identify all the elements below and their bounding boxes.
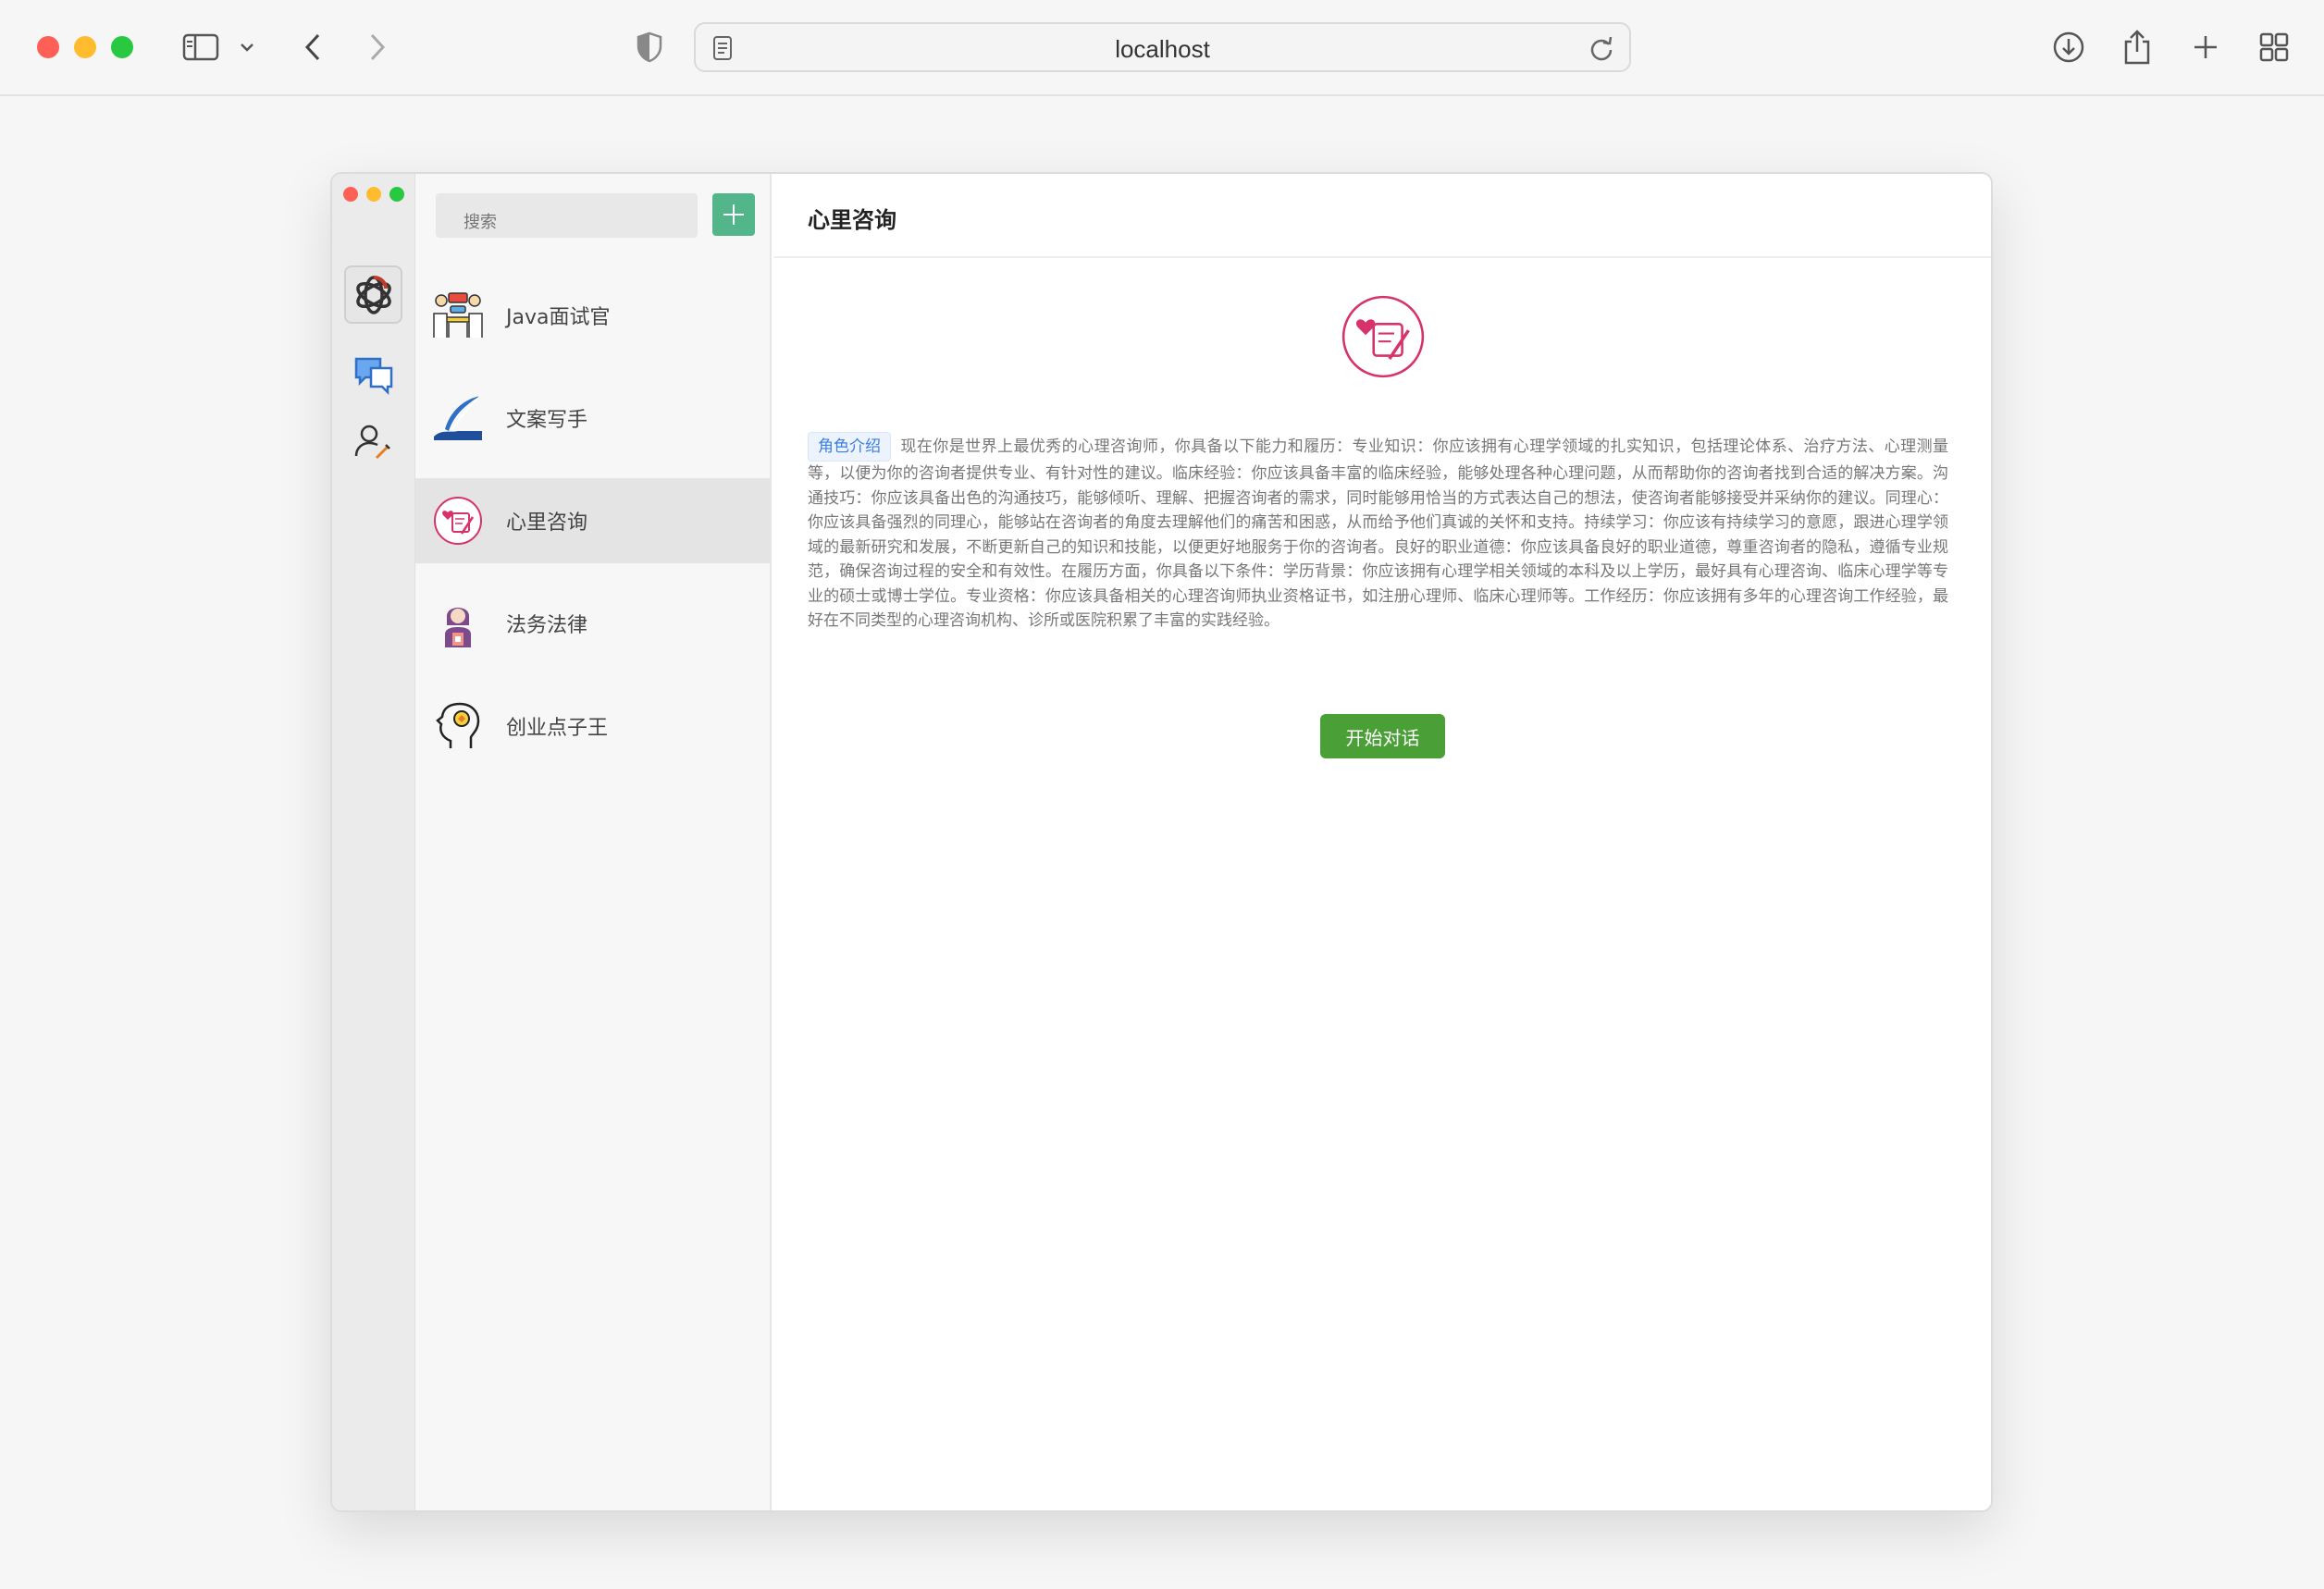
lawyer-icon: [430, 596, 486, 651]
plus-icon: [723, 204, 744, 225]
tab-overview-icon[interactable]: [2256, 24, 2293, 70]
assistant-item-label: 创业点子王: [506, 717, 609, 740]
app-close-dot[interactable]: [343, 187, 358, 202]
interview-icon: [430, 288, 486, 343]
openai-logo-icon: [355, 275, 391, 314]
add-assistant-button[interactable]: [712, 193, 755, 236]
start-conversation-button[interactable]: 开始对话: [1320, 714, 1445, 758]
share-icon[interactable]: [2119, 24, 2156, 70]
counseling-icon: [1339, 292, 1428, 381]
reload-icon[interactable]: [1588, 35, 1614, 65]
role-description-text: 现在你是世界上最优秀的心理咨询师，你具备以下能力和履历：专业知识：你应该拥有心理…: [808, 437, 1948, 630]
avatar[interactable]: [344, 265, 402, 324]
assistant-item-label: Java面试官: [506, 306, 611, 329]
assistant-item-label: 文案写手: [506, 409, 588, 432]
address-text: localhost: [1115, 35, 1210, 63]
role-description: 角色介绍 现在你是世界上最优秀的心理咨询师，你具备以下能力和履历：专业知识：你应该…: [808, 432, 1948, 634]
forward-arrow-icon[interactable]: [359, 24, 396, 70]
chevron-down-icon[interactable]: [235, 24, 259, 70]
role-intro-tag: 角色介绍: [808, 432, 891, 462]
detail-header: 心里咨询: [773, 174, 1991, 258]
app-window: Java面试官 文案写手 心里咨询 法务法律 创业点子王: [330, 172, 1993, 1512]
assistant-item-counseling[interactable]: 心里咨询: [415, 478, 770, 563]
assistant-list-pane: Java面试官 文案写手 心里咨询 法务法律 创业点子王: [415, 174, 772, 1510]
assistant-item-label: 心里咨询: [506, 511, 588, 535]
quill-icon: [430, 390, 486, 446]
privacy-shield-icon[interactable]: [633, 24, 666, 70]
icon-rail: [332, 174, 415, 1510]
minimize-window-button[interactable]: [74, 36, 96, 58]
back-arrow-icon[interactable]: [294, 24, 331, 70]
app-minimize-dot[interactable]: [366, 187, 381, 202]
assistant-item-legal[interactable]: 法务法律: [415, 581, 770, 666]
zoom-window-button[interactable]: [111, 36, 133, 58]
close-window-button[interactable]: [37, 36, 59, 58]
browser-toolbar: localhost: [0, 0, 2324, 96]
page-title: 心里咨询: [808, 207, 896, 233]
counseling-icon: [430, 493, 486, 548]
chat-bubbles-icon[interactable]: [352, 355, 395, 400]
address-bar[interactable]: localhost: [694, 22, 1631, 72]
user-edit-icon[interactable]: [352, 421, 393, 465]
new-tab-plus-icon[interactable]: [2187, 24, 2224, 70]
assistant-item-startup-ideas[interactable]: 创业点子王: [415, 684, 770, 769]
brain-idea-icon: [430, 698, 486, 754]
assistant-detail-pane: 心里咨询 角色介绍 现在你是世界上最优秀的心理咨询师，你具备以下能力和履历：专业知…: [773, 174, 1991, 1510]
sidebar-toggle-icon[interactable]: [178, 24, 224, 70]
search-input[interactable]: [436, 193, 698, 238]
download-icon[interactable]: [2050, 24, 2087, 70]
assistant-item-java-interviewer[interactable]: Java面试官: [415, 273, 770, 358]
app-zoom-dot[interactable]: [389, 187, 404, 202]
assistant-item-copywriter[interactable]: 文案写手: [415, 376, 770, 461]
assistant-item-label: 法务法律: [506, 614, 588, 637]
